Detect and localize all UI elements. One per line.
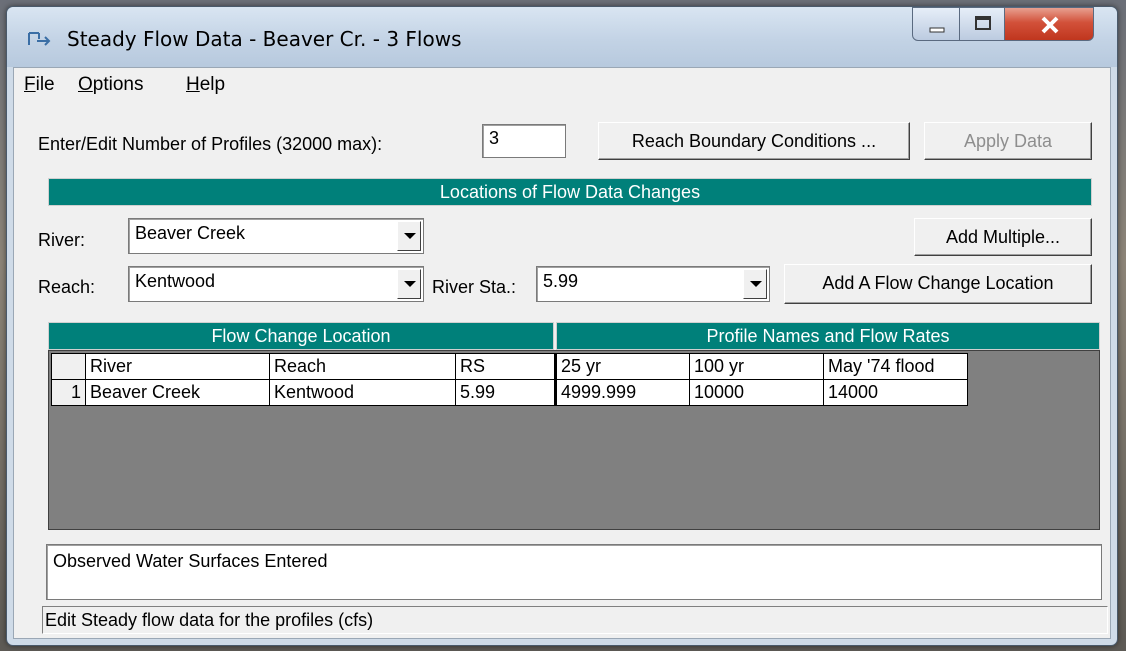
chevron-down-icon[interactable] (397, 269, 421, 299)
profiles-count-input[interactable]: 3 (482, 124, 566, 158)
table-header-row: River Reach RS 25 yr 100 yr May '74 floo… (51, 353, 968, 380)
reach-select[interactable]: Kentwood (128, 266, 424, 302)
chevron-down-icon[interactable] (743, 269, 767, 299)
maximize-button[interactable] (959, 7, 1005, 41)
column-header-reach: Reach (269, 353, 456, 380)
menu-help[interactable]: Help (186, 74, 225, 96)
add-multiple-button[interactable]: Add Multiple... (914, 218, 1092, 256)
hecras-app-icon (28, 32, 51, 46)
river-select[interactable]: Beaver Creek (128, 218, 424, 254)
status-bar: Edit Steady flow data for the profiles (… (42, 606, 1108, 634)
cell-100yr[interactable]: 10000 (689, 379, 824, 406)
cell-reach[interactable]: Kentwood (269, 379, 456, 406)
flow-data-grid: River Reach RS 25 yr 100 yr May '74 floo… (48, 350, 1100, 530)
menu-help-accel: H (186, 74, 200, 95)
river-sta-select[interactable]: 5.99 (536, 266, 770, 302)
title-bar[interactable]: Steady Flow Data - Beaver Cr. - 3 Flows (7, 7, 1117, 67)
chevron-down-icon[interactable] (397, 221, 421, 251)
profiles-label: Enter/Edit Number of Profiles (32000 max… (38, 134, 383, 154)
minimize-button[interactable] (912, 7, 960, 41)
locations-header: Locations of Flow Data Changes (48, 178, 1092, 206)
column-header-river: River (85, 353, 270, 380)
menu-file-accel: F (24, 74, 36, 95)
reach-value: Kentwood (135, 271, 216, 291)
menu-file[interactable]: File (24, 74, 55, 96)
river-sta-label: River Sta.: (432, 277, 517, 297)
profile-names-header: Profile Names and Flow Rates (556, 322, 1100, 350)
column-header-25yr: 25 yr (554, 353, 690, 380)
menu-help-label: elp (199, 74, 226, 95)
column-header-rs: RS (455, 353, 556, 380)
river-sta-value: 5.99 (543, 271, 579, 291)
column-header-100yr: 100 yr (689, 353, 824, 380)
river-value: Beaver Creek (135, 223, 246, 243)
apply-data-button[interactable]: Apply Data (924, 122, 1092, 160)
close-button[interactable] (1004, 7, 1094, 41)
add-flow-change-location-button[interactable]: Add A Flow Change Location (784, 264, 1092, 304)
menu-file-label: ile (35, 74, 55, 95)
reach-boundary-conditions-button[interactable]: Reach Boundary Conditions ... (598, 122, 910, 160)
cell-25yr[interactable]: 4999.999 (554, 379, 690, 406)
row-number: 1 (51, 379, 86, 406)
menu-options-accel: O (78, 74, 93, 95)
cell-may74[interactable]: 14000 (823, 379, 968, 406)
steady-flow-window: Steady Flow Data - Beaver Cr. - 3 Flows … (6, 6, 1118, 646)
window-title: Steady Flow Data - Beaver Cr. - 3 Flows (67, 27, 462, 51)
table-row: 1 Beaver Creek Kentwood 5.99 4999.999 10… (51, 379, 968, 406)
menu-options[interactable]: Options (78, 74, 143, 96)
river-label: River: (38, 230, 86, 250)
cell-river[interactable]: Beaver Creek (85, 379, 270, 406)
menu-bar: File Options Help (14, 68, 1110, 98)
menu-options-label: ptions (92, 74, 144, 95)
flow-change-location-header: Flow Change Location (48, 322, 554, 350)
minimize-icon (929, 27, 945, 33)
corner-cell (51, 353, 86, 380)
close-icon (1041, 16, 1059, 34)
notes-box: Observed Water Surfaces Entered (46, 544, 1102, 600)
maximize-icon (975, 16, 991, 30)
cell-rs[interactable]: 5.99 (455, 379, 556, 406)
reach-label: Reach: (38, 277, 96, 297)
column-header-may74: May '74 flood (823, 353, 968, 380)
flow-data-table: River Reach RS 25 yr 100 yr May '74 floo… (51, 353, 968, 406)
client-area: File Options Help Enter/Edit Number of P… (13, 67, 1111, 639)
status-text: Edit Steady flow data for the profiles (… (45, 610, 374, 630)
notes-text: Observed Water Surfaces Entered (53, 551, 328, 571)
